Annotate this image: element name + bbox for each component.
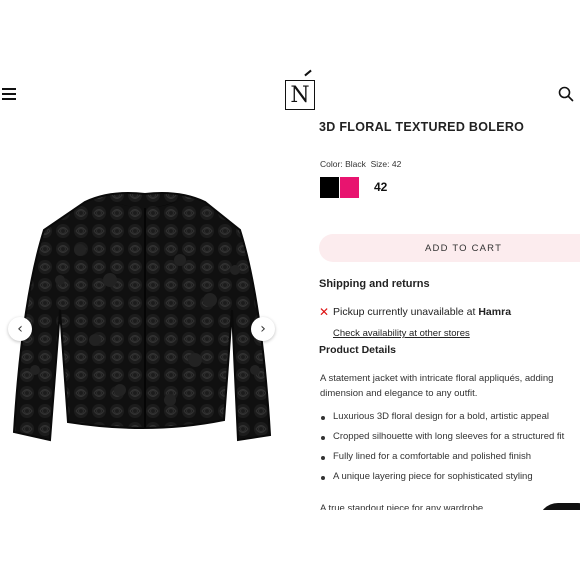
- pickup-store: Hamra: [478, 306, 512, 318]
- pickup-prefix: Pickup currently unavailable at: [333, 306, 479, 318]
- carousel-next-button[interactable]: ›: [251, 317, 275, 341]
- size-label: Size:: [370, 159, 390, 169]
- size-value: 42: [391, 159, 402, 169]
- hamburger-menu-icon[interactable]: [2, 88, 16, 100]
- logo-accent: [304, 69, 312, 77]
- product-image: [0, 150, 290, 500]
- brand-logo[interactable]: N: [285, 69, 315, 110]
- bullet-icon: [321, 456, 325, 460]
- size-option-42[interactable]: 42: [374, 180, 387, 194]
- shipping-returns-heading[interactable]: Shipping and returns: [319, 278, 430, 290]
- search-icon[interactable]: [558, 86, 574, 102]
- bullet-icon: [321, 436, 325, 440]
- check-availability-link[interactable]: Check availability at other stores: [333, 328, 470, 339]
- bottom-whitespace: [0, 510, 580, 580]
- unavailable-x-icon: ✕: [319, 305, 330, 319]
- color-swatch-pink[interactable]: [340, 177, 359, 198]
- bullet-icon: [321, 416, 325, 420]
- color-swatch-black[interactable]: [320, 177, 339, 198]
- feature-item: Cropped silhouette with long sleeves for…: [320, 429, 580, 449]
- color-label: Color:: [320, 159, 343, 169]
- product-description: A statement jacket with intricate floral…: [320, 373, 554, 399]
- logo-letter: N: [290, 82, 310, 108]
- pickup-status: Pickup currently unavailable at Hamra: [333, 306, 511, 318]
- color-value: Black: [345, 159, 366, 169]
- selected-options: Color: Black Size: 42: [320, 159, 401, 169]
- feature-item: Fully lined for a comfortable and polish…: [320, 449, 580, 469]
- feature-item: Luxurious 3D floral design for a bold, a…: [320, 409, 580, 429]
- product-details-heading: Product Details: [319, 344, 397, 356]
- add-to-cart-button[interactable]: ADD TO CART: [319, 234, 580, 262]
- feature-list: Luxurious 3D floral design for a bold, a…: [320, 409, 580, 489]
- feature-item: A unique layering piece for sophisticate…: [320, 469, 580, 489]
- carousel-prev-button[interactable]: ‹: [8, 317, 32, 341]
- product-tagline: A true standout piece for any wardrobe.: [320, 503, 486, 510]
- product-title: 3D FLORAL TEXTURED BOLERO: [319, 120, 525, 134]
- bullet-icon: [321, 476, 325, 480]
